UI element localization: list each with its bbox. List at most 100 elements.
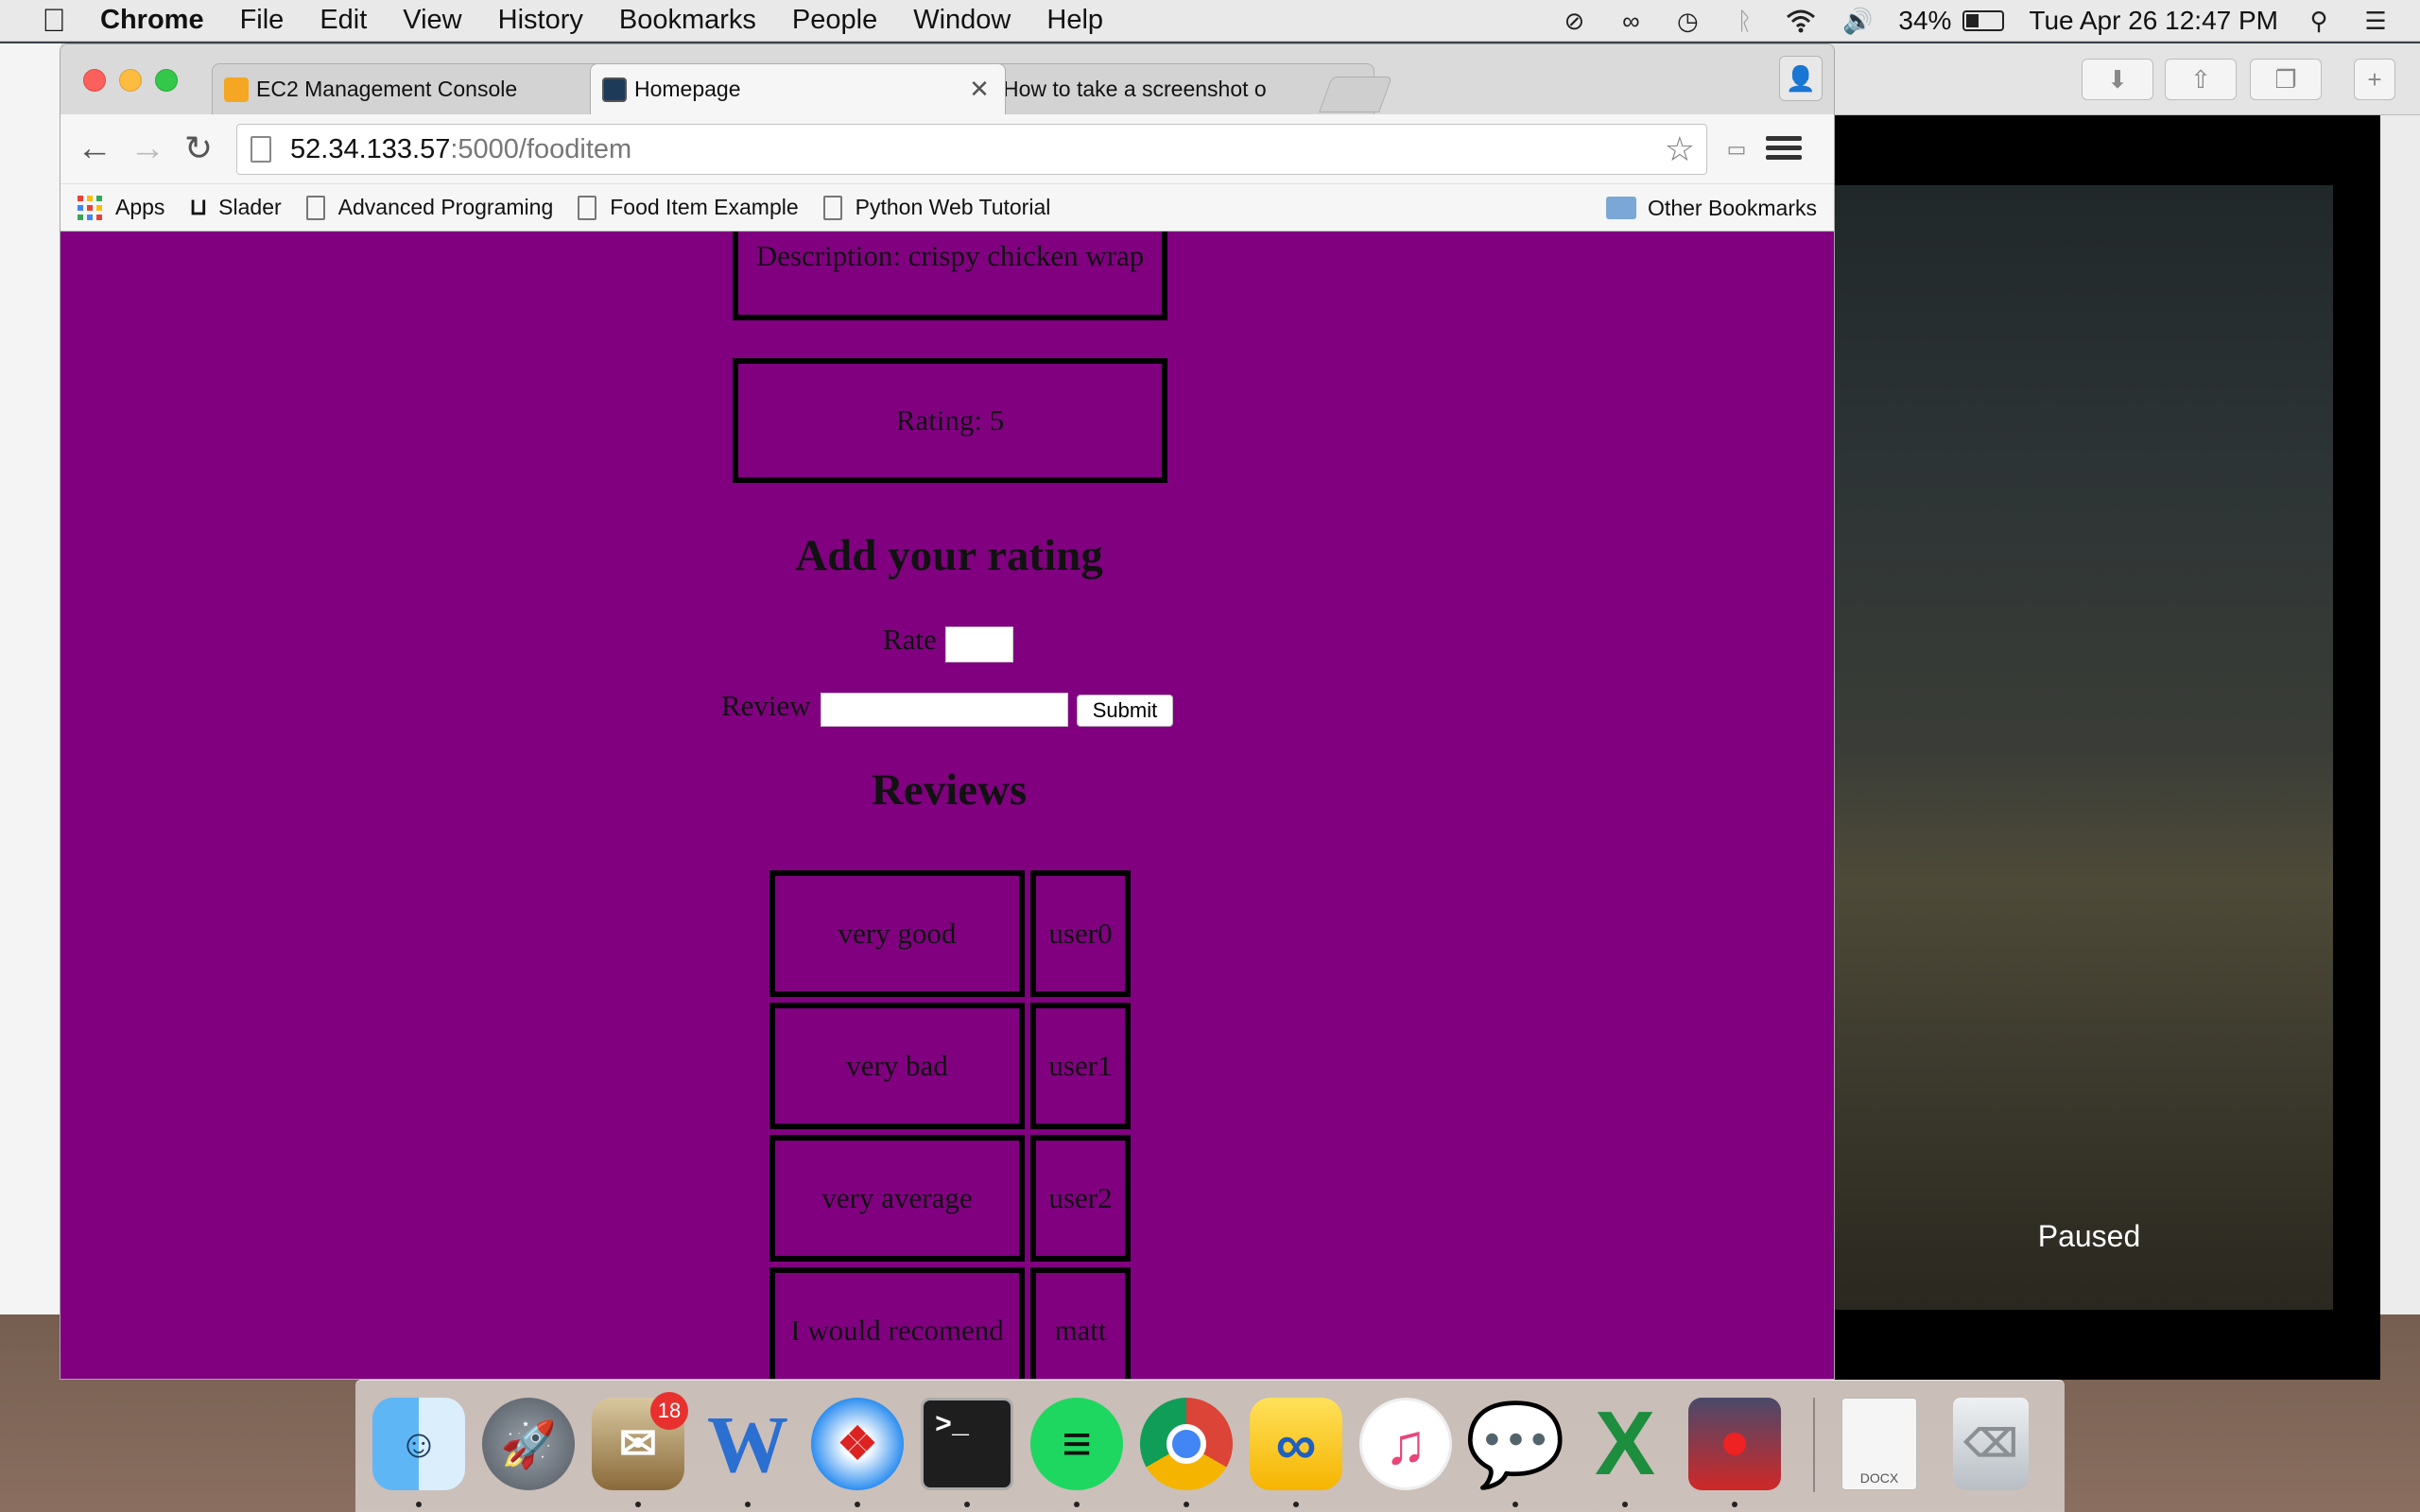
forward-arrow-icon[interactable]: → <box>127 128 168 169</box>
page-icon <box>822 195 842 220</box>
chrome-icon[interactable] <box>1140 1398 1233 1490</box>
reviews-heading: Reviews <box>871 765 1028 815</box>
new-tab-plus-icon[interactable]: + <box>2354 59 2395 100</box>
joystick-icon[interactable] <box>1688 1398 1781 1490</box>
notification-center-icon[interactable]: ☰ <box>2360 8 2392 34</box>
tab-strip: EC2 Management Console ✕ Homepage ✕  Ho… <box>60 44 1834 114</box>
review-user-cell: user1 <box>1030 1003 1131 1129</box>
review-text-cell: very good <box>769 870 1025 997</box>
dock: ☺ 🚀 ✉ W ❖ >_ ≡ ∞ ♫ 💬 X DOCX ⌫ <box>355 1380 2065 1512</box>
submit-button[interactable]: Submit <box>1077 695 1173 727</box>
menu-bookmarks[interactable]: Bookmarks <box>619 5 756 36</box>
wifi-icon[interactable] <box>1785 8 1817 34</box>
finder-icon[interactable]: ☺ <box>372 1398 465 1490</box>
volume-icon[interactable]: 🔊 <box>1841 8 1874 34</box>
tabs-overview-icon[interactable]: ❐ <box>2250 59 2322 100</box>
bookmark-other-folder[interactable]: Other Bookmarks <box>1606 184 1817 232</box>
apple-menu-icon[interactable]:  <box>38 5 70 37</box>
rating-box: Rating: 5 <box>733 358 1167 483</box>
close-window-button[interactable] <box>83 69 106 92</box>
trash-icon[interactable]: ⌫ <box>1953 1398 2029 1490</box>
chrome-window: EC2 Management Console ✕ Homepage ✕  Ho… <box>60 43 1835 1380</box>
bookmark-apps[interactable]: Apps <box>60 195 164 220</box>
address-bar[interactable]: 52.34.133.57:5000/fooditem ☆ <box>236 124 1707 175</box>
dock-separator <box>1813 1398 1815 1492</box>
battery-percent: 34% <box>1898 6 1952 35</box>
bookmark-star-icon[interactable]: ☆ <box>1665 132 1695 166</box>
bluetooth-icon[interactable]: ᚱ <box>1728 8 1760 34</box>
review-text-cell: I would recomend <box>769 1267 1025 1379</box>
back-arrow-icon[interactable]: ← <box>74 128 115 169</box>
folder-icon <box>1606 197 1637 219</box>
menu-people[interactable]: People <box>792 5 877 36</box>
menu-file[interactable]: File <box>240 5 285 36</box>
bookmark-python-web-tutorial[interactable]: Python Web Tutorial <box>822 195 1050 220</box>
creative-cloud-icon[interactable]: ∞ <box>1615 8 1647 34</box>
review-label: Review <box>721 689 811 722</box>
rating-text: Rating: 5 <box>895 404 1005 437</box>
mail-badge: 18 <box>650 1392 688 1430</box>
page-icon <box>251 136 271 163</box>
tab-homepage[interactable]: Homepage ✕ <box>590 63 1006 114</box>
battery-icon[interactable] <box>1962 10 2005 31</box>
new-tab-button[interactable] <box>1319 77 1392 112</box>
aws-cube-icon <box>224 77 249 102</box>
itunes-note-icon[interactable]: ♫ <box>1359 1398 1452 1490</box>
bookmark-advanced-programing[interactable]: Advanced Programing <box>305 195 553 220</box>
apps-grid-icon <box>78 195 102 220</box>
page-icon <box>578 195 597 220</box>
minimize-window-button[interactable] <box>119 69 142 92</box>
video-frame <box>1834 185 2333 1310</box>
page-icon <box>305 195 325 220</box>
excel-icon[interactable]: X <box>1579 1393 1671 1494</box>
bookmark-slader[interactable]: ⊔ Slader <box>189 194 281 221</box>
profile-icon[interactable]: 👤 <box>1779 56 1823 101</box>
menu-app-name[interactable]: Chrome <box>100 5 204 36</box>
tracking-icon[interactable]: ⊘ <box>1558 8 1590 34</box>
tab-ec2-console[interactable]: EC2 Management Console ✕ <box>212 63 637 114</box>
spotlight-search-icon[interactable]: ⚲ <box>2303 8 2335 34</box>
tab-screenshot-howto[interactable]:  How to take a screenshot o ✕ <box>959 63 1374 114</box>
menu-edit[interactable]: Edit <box>320 5 367 36</box>
reload-icon[interactable]: ↻ <box>178 128 219 169</box>
menu-window[interactable]: Window <box>913 5 1011 36</box>
review-text-cell: very bad <box>769 1003 1025 1129</box>
background-sidebar <box>0 43 62 1314</box>
rate-input[interactable] <box>945 627 1013 662</box>
safari-compass-icon[interactable]: ❖ <box>811 1398 904 1490</box>
review-input[interactable] <box>821 693 1068 727</box>
menu-help[interactable]: Help <box>1046 5 1103 36</box>
close-tab-icon[interactable]: ✕ <box>965 75 994 104</box>
messages-bubble-icon[interactable]: 💬 <box>1464 1398 1565 1490</box>
add-rating-heading: Add your rating <box>795 531 1103 580</box>
menu-clock[interactable]: Tue Apr 26 12:47 PM <box>2029 6 2278 36</box>
slader-icon: ⊔ <box>189 195 208 220</box>
fetch-icon[interactable]: ∞ <box>1250 1398 1342 1490</box>
bookmarks-bar: Apps ⊔ Slader Advanced Programing Food I… <box>60 184 1834 232</box>
word-icon[interactable]: W <box>701 1398 794 1490</box>
share-icon[interactable]: ⇧ <box>2165 59 2237 100</box>
docx-document-icon[interactable]: DOCX <box>1841 1398 1917 1490</box>
menu-bar:  Chrome File Edit View History Bookmark… <box>0 0 2420 42</box>
menu-history[interactable]: History <box>498 5 583 36</box>
bookmark-food-item-example[interactable]: Food Item Example <box>578 195 799 220</box>
page-content: Description: crispy chicken wrap Rating:… <box>60 232 1834 1379</box>
menu-view[interactable]: View <box>403 5 461 36</box>
review-user-cell: user0 <box>1030 870 1131 997</box>
rate-label: Rate <box>883 623 937 656</box>
download-icon[interactable]: ⬇ <box>2082 59 2153 100</box>
description-box: Description: crispy chicken wrap <box>733 232 1167 320</box>
launchpad-rocket-icon[interactable]: 🚀 <box>482 1398 575 1490</box>
zoom-window-button[interactable] <box>155 69 178 92</box>
time-machine-icon[interactable]: ◷ <box>1671 8 1703 34</box>
url-path: :5000/fooditem <box>450 133 632 164</box>
review-user-cell: user2 <box>1030 1135 1131 1262</box>
browser-toolbar: ← → ↻ 52.34.133.57:5000/fooditem ☆ ▭ <box>60 114 1834 184</box>
extension-icon[interactable]: ▭ <box>1720 137 1753 162</box>
chrome-menu-icon[interactable] <box>1766 131 1802 167</box>
terminal-favicon-icon <box>602 77 627 102</box>
spotify-icon[interactable]: ≡ <box>1030 1398 1123 1490</box>
review-text-cell: very average <box>769 1135 1025 1262</box>
terminal-icon[interactable]: >_ <box>921 1398 1013 1490</box>
video-paused-label: Paused <box>2037 1219 2141 1253</box>
